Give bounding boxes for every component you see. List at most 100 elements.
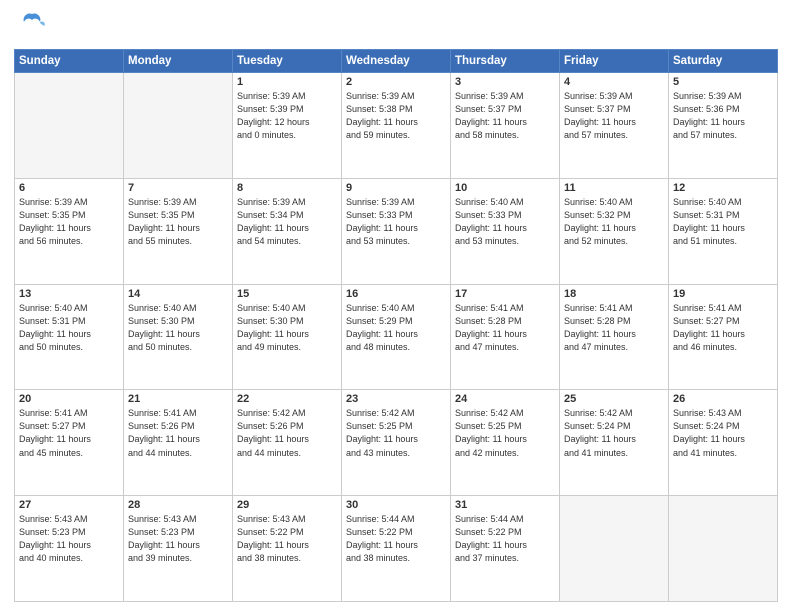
- day-info: Sunrise: 5:43 AMSunset: 5:23 PMDaylight:…: [128, 513, 228, 565]
- week-row-4: 20 Sunrise: 5:41 AMSunset: 5:27 PMDayligh…: [15, 390, 778, 496]
- day-number: 30: [346, 499, 446, 511]
- logo: [14, 10, 46, 43]
- day-number: 8: [237, 182, 337, 194]
- calendar-cell: 9 Sunrise: 5:39 AMSunset: 5:33 PMDaylight…: [342, 178, 451, 284]
- day-info: Sunrise: 5:40 AMSunset: 5:31 PMDaylight:…: [19, 302, 119, 354]
- day-number: 9: [346, 182, 446, 194]
- day-number: 20: [19, 393, 119, 405]
- calendar-cell: 8 Sunrise: 5:39 AMSunset: 5:34 PMDaylight…: [233, 178, 342, 284]
- calendar-cell: 28 Sunrise: 5:43 AMSunset: 5:23 PMDayligh…: [124, 496, 233, 602]
- calendar-table: SundayMondayTuesdayWednesdayThursdayFrid…: [14, 49, 778, 602]
- day-info: Sunrise: 5:44 AMSunset: 5:22 PMDaylight:…: [346, 513, 446, 565]
- calendar-cell: [669, 496, 778, 602]
- day-info: Sunrise: 5:39 AMSunset: 5:36 PMDaylight:…: [673, 90, 773, 142]
- day-number: 5: [673, 76, 773, 88]
- week-row-5: 27 Sunrise: 5:43 AMSunset: 5:23 PMDayligh…: [15, 496, 778, 602]
- day-number: 27: [19, 499, 119, 511]
- calendar-cell: 26Sunrise: 5:43 AMSunset: 5:24 PMDayligh…: [669, 390, 778, 496]
- day-number: 25: [564, 393, 664, 405]
- calendar-cell: 10 Sunrise: 5:40 AMSunset: 5:33 PMDayligh…: [451, 178, 560, 284]
- weekday-header-row: SundayMondayTuesdayWednesdayThursdayFrid…: [15, 50, 778, 73]
- weekday-header-friday: Friday: [560, 50, 669, 73]
- day-info: Sunrise: 5:44 AMSunset: 5:22 PMDaylight:…: [455, 513, 555, 565]
- calendar-cell: 23 Sunrise: 5:42 AMSunset: 5:25 PMDayligh…: [342, 390, 451, 496]
- day-number: 29: [237, 499, 337, 511]
- day-info: Sunrise: 5:41 AMSunset: 5:27 PMDaylight:…: [19, 407, 119, 459]
- calendar-cell: 27Sunrise: 5:43 AMSunset: 5:23 PMDayligh…: [15, 496, 124, 602]
- day-info: Sunrise: 5:41 AMSunset: 5:28 PMDaylight:…: [455, 302, 555, 354]
- day-number: 19: [673, 288, 773, 300]
- day-info: Sunrise: 5:40 AMSunset: 5:33 PMDaylight:…: [455, 196, 555, 248]
- day-number: 23: [346, 393, 446, 405]
- weekday-header-thursday: Thursday: [451, 50, 560, 73]
- day-number: 10: [455, 182, 555, 194]
- day-number: 15: [237, 288, 337, 300]
- calendar-cell: 3 Sunrise: 5:39 AMSunset: 5:37 PMDaylight…: [451, 73, 560, 179]
- day-number: 12: [673, 182, 773, 194]
- calendar-cell: 18Sunrise: 5:41 AMSunset: 5:28 PMDayligh…: [560, 284, 669, 390]
- weekday-header-tuesday: Tuesday: [233, 50, 342, 73]
- day-info: Sunrise: 5:40 AMSunset: 5:30 PMDaylight:…: [237, 302, 337, 354]
- day-number: 2: [346, 76, 446, 88]
- day-number: 24: [455, 393, 555, 405]
- calendar-cell: 22 Sunrise: 5:42 AMSunset: 5:26 PMDayligh…: [233, 390, 342, 496]
- day-number: 3: [455, 76, 555, 88]
- calendar-cell: 15 Sunrise: 5:40 AMSunset: 5:30 PMDayligh…: [233, 284, 342, 390]
- day-number: 22: [237, 393, 337, 405]
- calendar-cell: 21 Sunrise: 5:41 AMSunset: 5:26 PMDayligh…: [124, 390, 233, 496]
- header: [14, 10, 778, 43]
- day-info: Sunrise: 5:39 AMSunset: 5:33 PMDaylight:…: [346, 196, 446, 248]
- calendar-cell: 24 Sunrise: 5:42 AMSunset: 5:25 PMDayligh…: [451, 390, 560, 496]
- weekday-header-monday: Monday: [124, 50, 233, 73]
- calendar-cell: 25Sunrise: 5:42 AMSunset: 5:24 PMDayligh…: [560, 390, 669, 496]
- day-info: Sunrise: 5:42 AMSunset: 5:26 PMDaylight:…: [237, 407, 337, 459]
- calendar-cell: 19 Sunrise: 5:41 AMSunset: 5:27 PMDayligh…: [669, 284, 778, 390]
- calendar-cell: 2 Sunrise: 5:39 AMSunset: 5:38 PMDaylight…: [342, 73, 451, 179]
- day-number: 28: [128, 499, 228, 511]
- day-info: Sunrise: 5:41 AMSunset: 5:26 PMDaylight:…: [128, 407, 228, 459]
- day-number: 16: [346, 288, 446, 300]
- calendar-cell: 11Sunrise: 5:40 AMSunset: 5:32 PMDayligh…: [560, 178, 669, 284]
- day-number: 14: [128, 288, 228, 300]
- calendar-cell: 7 Sunrise: 5:39 AMSunset: 5:35 PMDaylight…: [124, 178, 233, 284]
- day-number: 6: [19, 182, 119, 194]
- day-number: 26: [673, 393, 773, 405]
- calendar-cell: 30 Sunrise: 5:44 AMSunset: 5:22 PMDayligh…: [342, 496, 451, 602]
- calendar-cell: 16 Sunrise: 5:40 AMSunset: 5:29 PMDayligh…: [342, 284, 451, 390]
- day-info: Sunrise: 5:39 AMSunset: 5:35 PMDaylight:…: [19, 196, 119, 248]
- calendar-cell: 20 Sunrise: 5:41 AMSunset: 5:27 PMDayligh…: [15, 390, 124, 496]
- calendar-cell: 17 Sunrise: 5:41 AMSunset: 5:28 PMDayligh…: [451, 284, 560, 390]
- day-number: 13: [19, 288, 119, 300]
- day-info: Sunrise: 5:39 AMSunset: 5:34 PMDaylight:…: [237, 196, 337, 248]
- day-info: Sunrise: 5:39 AMSunset: 5:38 PMDaylight:…: [346, 90, 446, 142]
- week-row-1: 1Sunrise: 5:39 AMSunset: 5:39 PMDaylight…: [15, 73, 778, 179]
- week-row-3: 13 Sunrise: 5:40 AMSunset: 5:31 PMDayligh…: [15, 284, 778, 390]
- day-info: Sunrise: 5:42 AMSunset: 5:25 PMDaylight:…: [455, 407, 555, 459]
- day-info: Sunrise: 5:41 AMSunset: 5:27 PMDaylight:…: [673, 302, 773, 354]
- day-info: Sunrise: 5:39 AMSunset: 5:37 PMDaylight:…: [564, 90, 664, 142]
- calendar-cell: 29 Sunrise: 5:43 AMSunset: 5:22 PMDayligh…: [233, 496, 342, 602]
- calendar-cell: 1Sunrise: 5:39 AMSunset: 5:39 PMDaylight…: [233, 73, 342, 179]
- page: SundayMondayTuesdayWednesdayThursdayFrid…: [0, 0, 792, 612]
- day-number: 7: [128, 182, 228, 194]
- calendar-cell: 12 Sunrise: 5:40 AMSunset: 5:31 PMDayligh…: [669, 178, 778, 284]
- day-info: Sunrise: 5:39 AMSunset: 5:37 PMDaylight:…: [455, 90, 555, 142]
- day-number: 17: [455, 288, 555, 300]
- calendar-cell: [560, 496, 669, 602]
- day-info: Sunrise: 5:42 AMSunset: 5:25 PMDaylight:…: [346, 407, 446, 459]
- day-info: Sunrise: 5:40 AMSunset: 5:30 PMDaylight:…: [128, 302, 228, 354]
- day-number: 21: [128, 393, 228, 405]
- weekday-header-wednesday: Wednesday: [342, 50, 451, 73]
- calendar-cell: [15, 73, 124, 179]
- weekday-header-sunday: Sunday: [15, 50, 124, 73]
- day-info: Sunrise: 5:40 AMSunset: 5:29 PMDaylight:…: [346, 302, 446, 354]
- day-info: Sunrise: 5:39 AMSunset: 5:35 PMDaylight:…: [128, 196, 228, 248]
- day-info: Sunrise: 5:39 AMSunset: 5:39 PMDaylight:…: [237, 90, 337, 142]
- logo-bird-icon: [18, 10, 46, 43]
- day-number: 4: [564, 76, 664, 88]
- calendar-cell: [124, 73, 233, 179]
- day-info: Sunrise: 5:40 AMSunset: 5:31 PMDaylight:…: [673, 196, 773, 248]
- calendar-cell: 13 Sunrise: 5:40 AMSunset: 5:31 PMDayligh…: [15, 284, 124, 390]
- day-info: Sunrise: 5:43 AMSunset: 5:22 PMDaylight:…: [237, 513, 337, 565]
- calendar-cell: 4 Sunrise: 5:39 AMSunset: 5:37 PMDaylight…: [560, 73, 669, 179]
